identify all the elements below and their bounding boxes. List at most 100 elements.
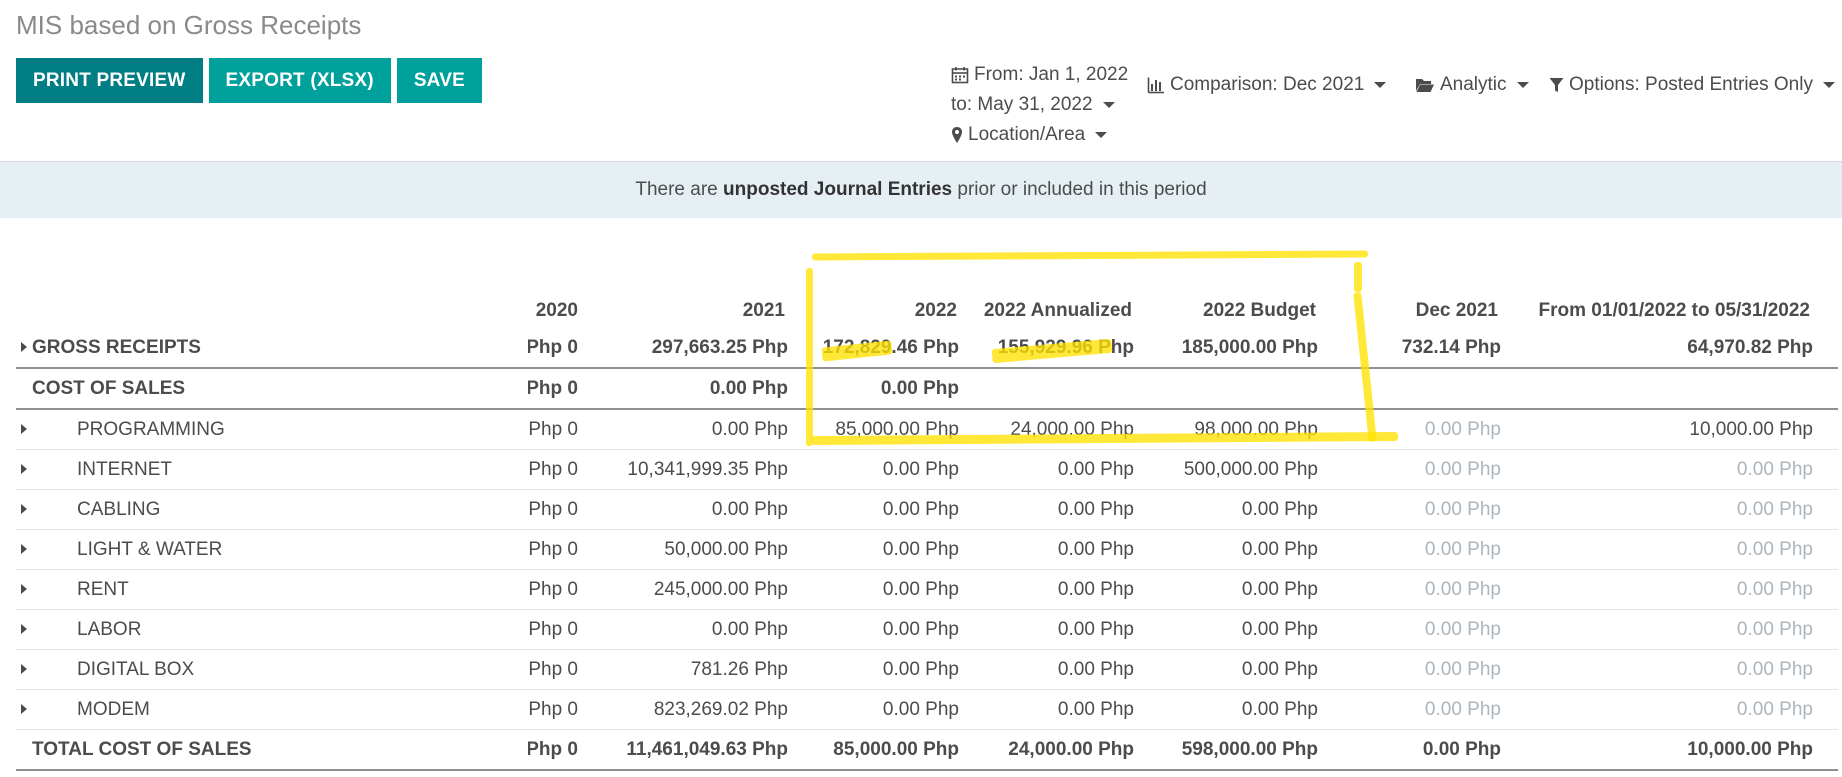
table-header: 2020 2021 2022 2022 Annualized 2022 Budget De… [16, 296, 1838, 328]
table-cell: 598,000.00 Php [1181, 739, 1318, 760]
table-row[interactable]: COST OF SALES 0 Php 0.00 Php 0.00 Php [16, 369, 1838, 410]
table-cell: 0.00 Php [1057, 539, 1134, 560]
row-label: DIGITAL BOX [77, 659, 195, 680]
table-cell: 0 Php [528, 579, 578, 600]
table-cell: 500,000.00 Php [1183, 459, 1318, 480]
mis-report-table: 2020 2021 2022 2022 Annualized 2022 Budget De… [16, 296, 1838, 771]
table-cell: 0.00 Php [1241, 579, 1318, 600]
row-label: MODEM [77, 699, 150, 720]
alert-link[interactable]: unposted Journal Entries [723, 179, 952, 201]
table-cell: 0.00 Php [1057, 659, 1134, 680]
table-cell: 0.00 Php [1424, 419, 1501, 440]
table-body: GROSS RECEIPTS 0 Php 297,663.25 Php 172,829… [16, 328, 1838, 771]
date-to-filter[interactable]: to: May 31, 2022 [951, 90, 1128, 120]
row-label: CABLING [77, 499, 161, 520]
expand-caret-icon[interactable] [21, 664, 27, 674]
calendar-icon [951, 67, 969, 84]
table-cell: 0 Php [528, 459, 578, 480]
column-header: 2022 [914, 300, 957, 321]
table-row[interactable]: PROGRAMMING 0 Php 0.00 Php 85,000.00 Php 24,… [16, 410, 1838, 450]
alert-suffix: prior or included in this period [957, 179, 1207, 200]
expand-caret-icon[interactable] [21, 704, 27, 714]
expand-caret-icon[interactable] [21, 504, 27, 514]
table-cell: 0 Php [528, 659, 578, 680]
table-cell: 0 Php [528, 378, 578, 399]
expand-caret-icon[interactable] [21, 342, 27, 352]
page-title: MIS based on Gross Receipts [16, 10, 362, 40]
row-label: GROSS RECEIPTS [32, 337, 201, 358]
expand-caret-icon[interactable] [21, 624, 27, 634]
table-cell: 0.00 Php [1736, 699, 1813, 720]
table-cell: 0 Php [528, 619, 578, 640]
table-cell: 0.00 Php [1424, 459, 1501, 480]
expand-caret-icon[interactable] [21, 464, 27, 474]
row-label: LIGHT & WATER [77, 539, 223, 560]
analytic-label: Analytic [1440, 74, 1507, 95]
table-cell: 0 Php [528, 739, 578, 760]
unposted-entries-alert: There are unposted Journal Entries prior… [0, 162, 1842, 218]
row-label: LABOR [77, 619, 142, 640]
row-label: TOTAL COST OF SALES [32, 739, 252, 760]
table-cell: 0.00 Php [882, 659, 959, 680]
options-filter[interactable]: Options: Posted Entries Only [1549, 70, 1835, 100]
toolbar: PRINT PREVIEW EXPORT (XLSX) SAVE [16, 58, 482, 103]
table-cell: 0.00 Php [1736, 579, 1813, 600]
table-cell: 0.00 Php [1057, 459, 1134, 480]
expand-caret-icon[interactable] [21, 584, 27, 594]
table-cell: 0.00 Php [1424, 619, 1501, 640]
options-label: Options: Posted Entries Only [1569, 74, 1813, 95]
table-cell: 10,341,999.35 Php [627, 459, 788, 480]
table-row[interactable]: INTERNET 0 Php 10,341,999.35 Php 0.00 Php 0.… [16, 450, 1838, 490]
table-cell: 0.00 Php [1424, 699, 1501, 720]
print-preview-button[interactable]: PRINT PREVIEW [16, 58, 203, 103]
comparison-filter[interactable]: Comparison: Dec 2021 [1147, 70, 1387, 100]
table-cell: 0 Php [528, 337, 578, 358]
table-cell: 0.00 Php [882, 619, 959, 640]
table-cell: 0.00 Php [1736, 499, 1813, 520]
expand-caret-icon[interactable] [21, 424, 27, 434]
row-label: RENT [77, 579, 129, 600]
table-row[interactable]: GROSS RECEIPTS 0 Php 297,663.25 Php 172,829… [16, 328, 1838, 369]
table-cell: 732.14 Php [1401, 337, 1501, 358]
table-cell: 0.00 Php [1736, 459, 1813, 480]
table-cell: 11,461,049.63 Php [626, 739, 788, 760]
table-cell: 0 Php [528, 499, 578, 520]
table-cell: 0.00 Php [1424, 499, 1501, 520]
table-cell: 0.00 Php [882, 539, 959, 560]
expand-caret-icon[interactable] [21, 544, 27, 554]
table-row[interactable]: CABLING 0 Php 0.00 Php 0.00 Php 0.00 Php 0.00… [16, 490, 1838, 530]
bar-chart-icon [1147, 77, 1164, 94]
table-cell: 24,000.00 Php [1008, 739, 1134, 760]
table-cell: 0.00 Php [1424, 579, 1501, 600]
save-button[interactable]: SAVE [396, 58, 482, 103]
table-cell: 823,269.02 Php [653, 699, 788, 720]
table-cell: 98,000.00 Php [1194, 419, 1318, 440]
table-cell: 0.00 Php [1241, 699, 1318, 720]
location-filter[interactable]: Location/Area [951, 120, 1128, 150]
date-from-filter[interactable]: From: Jan 1, 2022 [951, 60, 1128, 90]
table-row[interactable]: LABOR 0 Php 0.00 Php 0.00 Php 0.00 Php 0.00 P… [16, 610, 1838, 650]
chevron-down-icon [1374, 82, 1387, 88]
table-cell: 0.00 Php [1241, 659, 1318, 680]
alert-prefix: There are [635, 179, 718, 200]
table-row[interactable]: MODEM 0 Php 823,269.02 Php 0.00 Php 0.00 Php… [16, 690, 1838, 730]
filter-icon [1549, 78, 1564, 92]
table-cell: 781.26 Php [690, 659, 788, 680]
table-cell: 0.00 Php [1424, 539, 1501, 560]
map-marker-icon [952, 127, 962, 143]
table-row[interactable]: LIGHT & WATER 0 Php 50,000.00 Php 0.00 Php 0… [16, 530, 1838, 570]
table-cell: 85,000.00 Php [833, 739, 959, 760]
table-row[interactable]: DIGITAL BOX 0 Php 781.26 Php 0.00 Php 0.00 P… [16, 650, 1838, 690]
chevron-down-icon [1095, 132, 1108, 138]
table-row[interactable]: TOTAL COST OF SALES 0 Php 11,461,049.63 Ph… [16, 730, 1838, 771]
table-cell: 172,829.46 Php [822, 337, 959, 358]
table-cell: 0.00 Php [882, 459, 959, 480]
column-header: 2022 Budget [1203, 300, 1316, 321]
export-xlsx-button[interactable]: EXPORT (XLSX) [208, 58, 391, 103]
column-header: From 01/01/2022 to 05/31/2022 [1538, 300, 1810, 321]
analytic-filter[interactable]: Analytic [1415, 70, 1529, 100]
table-cell: 0.00 Php [1057, 699, 1134, 720]
table-cell: 0.00 Php [1241, 539, 1318, 560]
table-row[interactable]: RENT 0 Php 245,000.00 Php 0.00 Php 0.00 Php 0… [16, 570, 1838, 610]
date-to-label: to: May 31, 2022 [951, 94, 1093, 115]
